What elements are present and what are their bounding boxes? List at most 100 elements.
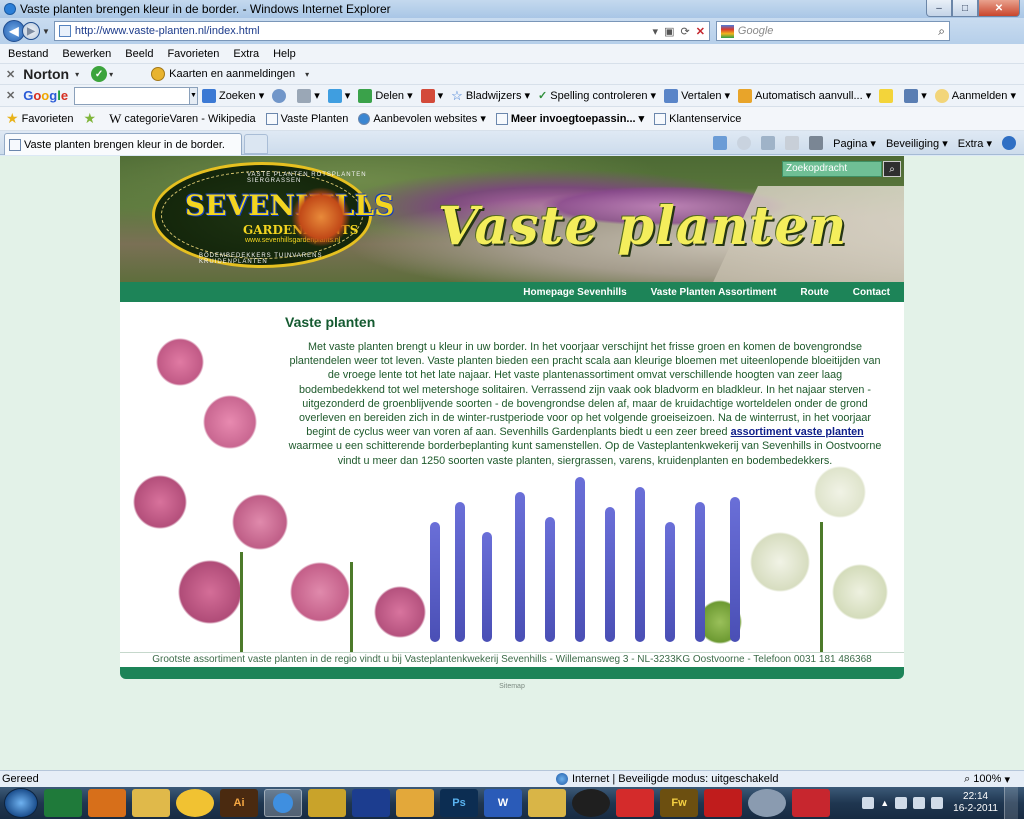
teletext-icon[interactable] xyxy=(352,789,390,817)
photoshop-icon[interactable]: Ps xyxy=(440,789,478,817)
norton-logo[interactable]: Norton xyxy=(23,66,69,82)
tray-expand-icon[interactable]: ▲ xyxy=(880,798,889,808)
google-search-button[interactable]: Zoeken ▾ xyxy=(201,88,264,103)
close-button[interactable]: ✕ xyxy=(978,0,1020,17)
shop-icon[interactable] xyxy=(792,789,830,817)
menu-edit[interactable]: Bewerken xyxy=(62,48,111,60)
acrobat-icon[interactable] xyxy=(704,789,742,817)
menu-view[interactable]: Beeld xyxy=(125,48,153,60)
flag-icon[interactable] xyxy=(895,797,908,809)
security-zone[interactable]: Internet | Beveiligde modus: uitgeschake… xyxy=(556,773,778,785)
forward-button[interactable]: ▶ xyxy=(22,22,40,40)
show-desktop-button[interactable] xyxy=(1004,787,1018,819)
menu-help[interactable]: Help xyxy=(273,48,296,60)
history-dropdown-icon[interactable]: ▼ xyxy=(42,27,50,36)
tab-active[interactable]: Vaste planten brengen kleur in de border… xyxy=(4,133,242,155)
hp-icon[interactable] xyxy=(572,789,610,817)
add-favorite-button[interactable]: ★ xyxy=(84,110,100,127)
identity-safe-label[interactable]: Kaarten en aanmeldingen xyxy=(169,68,295,80)
browser-search-field[interactable]: Google ⌕ xyxy=(715,21,950,41)
google-search-dropdown-icon[interactable]: ▼ xyxy=(190,86,198,105)
pagerank-button[interactable]: ▾ xyxy=(297,88,320,103)
compatibility-view-icon[interactable]: ▣ xyxy=(664,25,674,38)
sidewiki-button[interactable]: ▾ xyxy=(420,88,443,103)
minimize-button[interactable]: – xyxy=(926,0,952,17)
feeds-icon[interactable] xyxy=(761,136,776,150)
site-search-button[interactable]: ⌕ xyxy=(883,161,901,177)
new-tab-button[interactable] xyxy=(244,134,268,154)
mail-icon[interactable] xyxy=(785,136,800,150)
favorites-button[interactable]: ★ Favorieten xyxy=(6,110,74,127)
outlook-icon[interactable] xyxy=(396,789,434,817)
nav-assortment[interactable]: Vaste Planten Assortiment xyxy=(651,287,777,298)
identity-dropdown-icon[interactable]: ▾ xyxy=(305,70,309,79)
checkmark-icon[interactable]: ✓ xyxy=(91,66,108,82)
signin-button[interactable]: Aanmelden ▾ xyxy=(934,88,1016,103)
start-button[interactable] xyxy=(4,788,38,818)
hand-icon[interactable] xyxy=(737,136,752,150)
site-search-input[interactable]: Zoekopdracht xyxy=(782,161,882,177)
identity-safe-icon[interactable] xyxy=(151,67,166,81)
folder-icon[interactable] xyxy=(528,789,566,817)
maximize-button[interactable]: □ xyxy=(952,0,978,17)
explorer-icon[interactable] xyxy=(132,789,170,817)
volume-icon[interactable] xyxy=(931,797,944,809)
zoom-dropdown-icon[interactable]: ▾ xyxy=(1001,773,1010,786)
browser-search-placeholder[interactable]: Google xyxy=(738,25,938,37)
zoom-control[interactable]: ⌕ 100% ▾ xyxy=(964,773,1010,786)
autofill-button[interactable]: Automatisch aanvull... ▾ xyxy=(738,88,871,103)
fav-item-more-addons[interactable]: Meer invoegtoepassin... ▾ xyxy=(495,112,644,125)
assortment-link[interactable]: assortiment vaste planten xyxy=(731,426,864,438)
excel-icon[interactable] xyxy=(44,789,82,817)
home-icon[interactable] xyxy=(713,136,728,150)
google-search-input[interactable] xyxy=(74,86,191,105)
spellcheck-button[interactable]: ✓ Spelling controleren ▾ xyxy=(538,89,656,103)
plus-button[interactable]: ▾ xyxy=(327,88,350,103)
search-icon[interactable]: ⌕ xyxy=(938,24,945,39)
fav-item-wikipedia[interactable]: WcategorieVaren - Wikipedia xyxy=(109,111,256,127)
nav-contact[interactable]: Contact xyxy=(853,287,890,298)
menu-tools[interactable]: Extra xyxy=(233,48,259,60)
fireworks-icon[interactable]: Fw xyxy=(660,789,698,817)
sitemap-link[interactable]: Sitemap xyxy=(120,683,904,690)
menu-file[interactable]: Bestand xyxy=(8,48,48,60)
norton-dropdown-icon[interactable]: ▾ xyxy=(75,70,79,79)
sevenhills-logo[interactable]: VASTE PLANTEN ROTSPLANTEN SIERGRASSEN SE… xyxy=(152,162,394,268)
url-field[interactable]: http://www.vaste-planten.nl/index.html ▾… xyxy=(53,21,710,41)
word-icon[interactable]: W xyxy=(484,789,522,817)
mail-app-icon[interactable] xyxy=(308,789,346,817)
news-icon-button[interactable] xyxy=(272,88,289,103)
share-button[interactable]: Delen ▾ xyxy=(358,88,413,103)
safe-web-dropdown-icon[interactable]: ▾ xyxy=(109,70,113,79)
illustrator-icon[interactable]: Ai xyxy=(220,789,258,817)
security-menu[interactable]: Beveiliging ▾ xyxy=(886,137,948,150)
highlight-button[interactable] xyxy=(879,88,896,103)
tools-menu[interactable]: Extra ▾ xyxy=(958,137,992,150)
google-logo[interactable]: Google xyxy=(23,88,68,103)
nav-route[interactable]: Route xyxy=(800,287,828,298)
url-text[interactable]: http://www.vaste-planten.nl/index.html xyxy=(75,25,647,37)
fav-item-suggested-sites[interactable]: Aanbevolen websites ▾ xyxy=(358,112,486,125)
close-google-toolbar-icon[interactable]: ✕ xyxy=(6,89,15,102)
messenger-icon[interactable] xyxy=(176,789,214,817)
translate-button[interactable]: Vertalen ▾ xyxy=(664,88,730,103)
refresh-icon[interactable]: ⟳ xyxy=(680,25,689,38)
media-player-icon[interactable] xyxy=(88,789,126,817)
bookmarks-button[interactable]: ☆ Bladwijzers ▾ xyxy=(451,88,530,104)
page-menu[interactable]: Pagina ▾ xyxy=(833,137,876,150)
internet-explorer-icon[interactable] xyxy=(264,789,302,817)
paint-splash-icon[interactable] xyxy=(616,789,654,817)
keyboard-icon[interactable] xyxy=(862,797,875,809)
paint-icon[interactable] xyxy=(748,789,786,817)
network-icon[interactable] xyxy=(913,797,926,809)
url-dropdown-icon[interactable]: ▾ xyxy=(653,25,659,38)
menu-favorites[interactable]: Favorieten xyxy=(167,48,219,60)
stop-icon[interactable]: ✕ xyxy=(696,25,705,38)
print-icon[interactable] xyxy=(809,136,824,150)
fav-item-vaste-planten[interactable]: Vaste Planten xyxy=(265,112,348,125)
close-toolbar-icon[interactable]: ✕ xyxy=(6,68,15,81)
help-icon[interactable] xyxy=(1002,136,1016,150)
fav-item-customer-service[interactable]: Klantenservice xyxy=(654,112,741,125)
nav-homepage[interactable]: Homepage Sevenhills xyxy=(523,287,626,298)
clock[interactable]: 22:14 16-2-2011 xyxy=(953,791,998,815)
